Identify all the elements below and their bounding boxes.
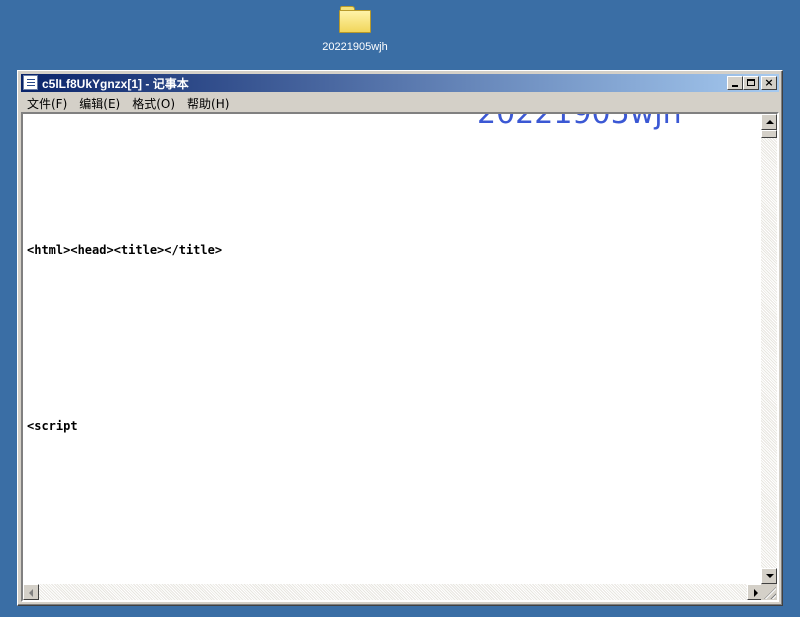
arrow-down-icon <box>766 574 774 578</box>
horizontal-scrollbar[interactable] <box>23 584 763 600</box>
vertical-scroll-thumb[interactable] <box>761 130 777 138</box>
arrow-left-icon <box>29 589 33 597</box>
scroll-down-button[interactable] <box>761 568 777 584</box>
scroll-left-button[interactable] <box>23 584 39 600</box>
notepad-window: c5lLf8UkYgnzx[1] - 记事本 × 文件(F) 编辑(E) 格式(O)… <box>17 70 783 606</box>
minimize-button[interactable] <box>727 76 743 90</box>
watermark-text: 20221905wjh <box>477 114 682 131</box>
menu-help[interactable]: 帮助(H) <box>181 93 235 112</box>
text-area[interactable]: <html><head><title></title> <script 2022… <box>25 114 762 584</box>
text-editor: <html><head><title></title> <script 2022… <box>21 112 779 602</box>
menu-edit[interactable]: 编辑(E) <box>73 93 126 112</box>
text-line-1: <html><head><title></title> <box>27 243 223 257</box>
menu-format[interactable]: 格式(O) <box>126 93 181 112</box>
desktop-icon-label: 20221905wjh <box>322 41 388 53</box>
notepad-icon[interactable] <box>23 75 38 90</box>
text-line-2: <script <box>27 419 78 433</box>
folder-icon <box>339 4 371 33</box>
title-bar[interactable]: c5lLf8UkYgnzx[1] - 记事本 × <box>21 74 779 92</box>
desktop-folder-shortcut[interactable]: 20221905wjh <box>316 4 394 53</box>
scroll-up-button[interactable] <box>761 114 777 130</box>
menu-file[interactable]: 文件(F) <box>21 93 73 112</box>
arrow-up-icon <box>766 120 774 124</box>
close-button[interactable]: × <box>761 76 777 90</box>
resize-grip[interactable] <box>761 584 777 600</box>
window-controls: × <box>727 76 777 90</box>
window-title: c5lLf8UkYgnzx[1] - 记事本 <box>42 77 189 91</box>
maximize-button[interactable] <box>743 76 759 90</box>
maximize-icon <box>747 79 755 86</box>
arrow-right-icon <box>754 589 758 597</box>
menu-bar: 文件(F) 编辑(E) 格式(O) 帮助(H) <box>21 93 779 111</box>
minimize-icon <box>732 85 738 87</box>
close-icon: × <box>764 76 774 89</box>
vertical-scrollbar[interactable] <box>761 114 777 584</box>
